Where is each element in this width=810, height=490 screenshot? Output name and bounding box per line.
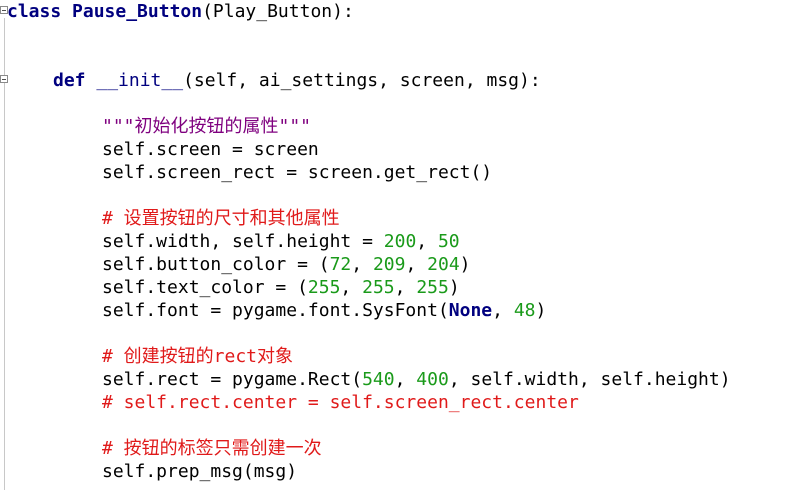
code-token: , — [351, 254, 373, 275]
code-token: ) — [448, 277, 460, 298]
code-token: 72 — [329, 254, 352, 275]
code-line: """初始化按钮的属性""" — [102, 116, 311, 138]
code-line: self.button_color = (72, 209, 204) — [102, 254, 471, 276]
code-token: 255 — [362, 277, 395, 298]
code-token: # 设置按钮的尺寸和其他属性 — [102, 208, 340, 229]
code-line: class Pause_Button(Play_Button): — [7, 1, 354, 23]
code-token: self.text_color = ( — [102, 277, 308, 298]
code-token: 540 — [362, 369, 395, 390]
code-token: self.font = pygame.font.SysFont( — [102, 300, 449, 321]
code-token: , — [394, 369, 417, 390]
code-token: (Play_Button): — [202, 1, 354, 22]
code-token: 400 — [416, 369, 449, 390]
code-line: # 按钮的标签只需创建一次 — [102, 438, 322, 460]
code-token: __init__ — [96, 70, 184, 91]
code-token: # self.rect.center = self.screen_rect.ce… — [102, 392, 579, 413]
code-token: , self.width, self.height) — [448, 369, 731, 390]
code-token: self.prep_msg(msg) — [102, 461, 298, 482]
code-line: # 设置按钮的尺寸和其他属性 — [102, 208, 340, 230]
code-token: Pause_Button — [72, 1, 203, 22]
fold-guide-line — [4, 18, 5, 490]
code-token: self.screen_rect = screen.get_rect() — [102, 162, 493, 183]
code-token: 255 — [307, 277, 341, 298]
code-line: def __init__(self, ai_settings, screen, … — [53, 70, 541, 92]
code-token: class — [7, 1, 62, 22]
code-line: # 创建按钮的rect对象 — [102, 346, 293, 368]
code-token: ) — [459, 254, 471, 275]
fold-toggle-icon[interactable] — [0, 75, 8, 83]
code-line: self.rect = pygame.Rect(540, 400, self.w… — [102, 369, 731, 391]
code-line: self.text_color = (255, 255, 255) — [102, 277, 460, 299]
code-token: 209 — [372, 254, 406, 275]
code-token: , — [405, 254, 428, 275]
code-token: , — [340, 277, 363, 298]
code-token: (self, ai_settings, screen, msg): — [183, 70, 541, 91]
code-token: 204 — [427, 254, 460, 275]
code-line: self.screen_rect = screen.get_rect() — [102, 162, 492, 184]
code-token: , — [492, 300, 514, 321]
code-token: self.button_color = ( — [102, 254, 330, 275]
code-token: , — [416, 231, 438, 252]
code-token: # 创建按钮的rect对象 — [102, 346, 294, 367]
code-line: self.prep_msg(msg) — [102, 461, 297, 483]
code-line: # self.rect.center = self.screen_rect.ce… — [102, 392, 579, 414]
code-token: , — [394, 277, 417, 298]
code-token: 255 — [416, 277, 449, 298]
code-token: 200 — [383, 231, 417, 252]
code-line: self.width, self.height = 200, 50 — [102, 231, 460, 253]
code-token: ) — [535, 300, 547, 321]
code-token: def — [53, 70, 86, 91]
code-token: 48 — [513, 300, 536, 321]
code-token: self.screen = screen — [102, 139, 319, 160]
code-line: self.font = pygame.font.SysFont(None, 48… — [102, 300, 546, 322]
code-token: self.width, self.height = — [102, 231, 384, 252]
code-token: # 按钮的标签只需创建一次 — [102, 438, 322, 459]
code-line: self.screen = screen — [102, 139, 319, 161]
code-token: """初始化按钮的属性""" — [102, 116, 312, 137]
code-token: None — [448, 300, 493, 321]
code-token: self.rect = pygame.Rect( — [102, 369, 363, 390]
code-token: 50 — [437, 231, 460, 252]
